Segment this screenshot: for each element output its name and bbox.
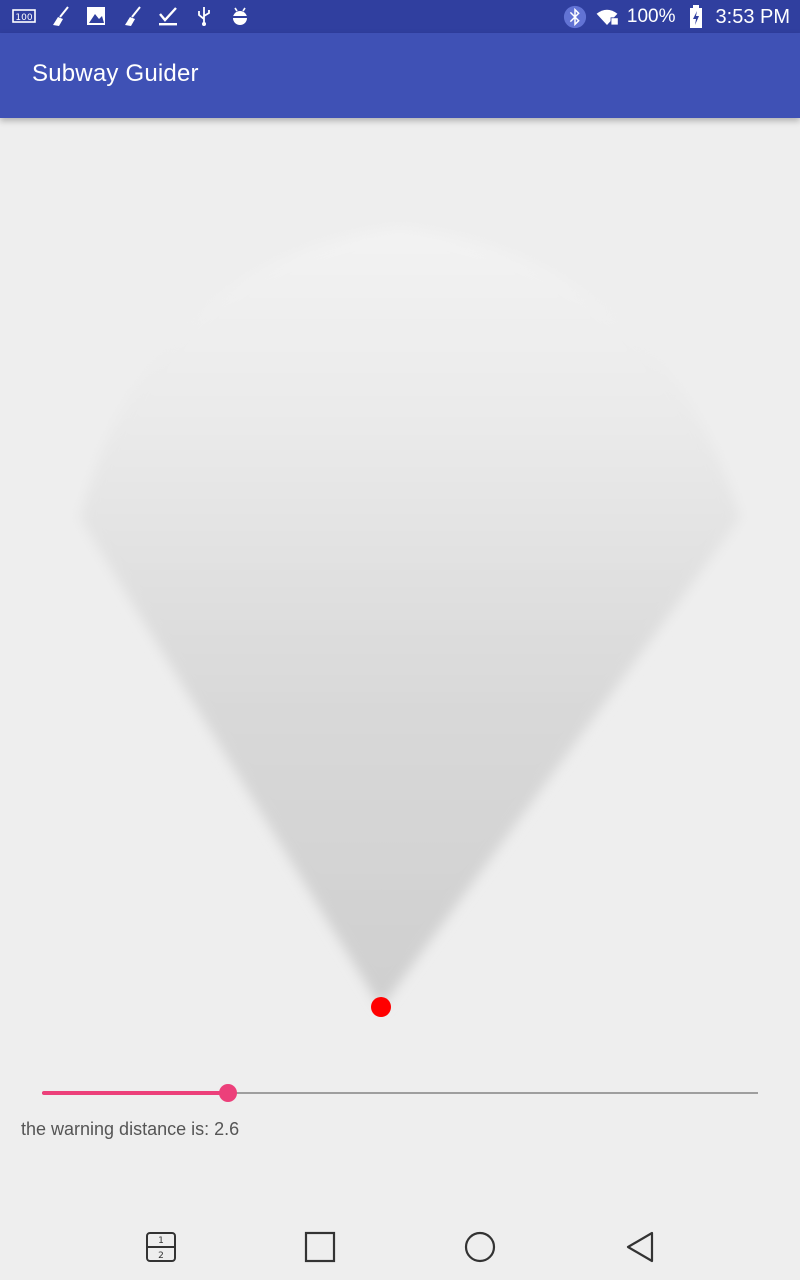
navigation-bar: 1 2 <box>0 1213 800 1280</box>
broom-icon <box>48 4 72 28</box>
user-location-marker <box>371 997 391 1017</box>
image-icon <box>84 4 108 28</box>
home-icon <box>464 1231 496 1263</box>
split-screen-icon: 1 2 <box>146 1232 176 1262</box>
battery-charging-icon <box>684 5 708 29</box>
svg-text:2: 2 <box>158 1251 164 1261</box>
recents-button[interactable] <box>300 1227 340 1267</box>
warning-distance-label: the warning distance is: 2.6 <box>21 1119 240 1139</box>
detection-cone <box>80 228 740 1008</box>
system-status: 100% 3:53 PM <box>563 4 790 30</box>
back-button[interactable] <box>620 1227 660 1267</box>
bluetooth-icon <box>563 5 587 29</box>
app-bar: Subway Guider <box>0 33 800 118</box>
clock: 3:53 PM <box>715 6 790 28</box>
seekbar-thumb[interactable] <box>219 1084 237 1102</box>
usb-icon <box>192 4 216 28</box>
notification-icons: 100 <box>12 4 252 28</box>
app-title: Subway Guider <box>32 60 199 87</box>
home-button[interactable] <box>460 1227 500 1267</box>
svg-text:1: 1 <box>158 1236 164 1246</box>
seekbar-progress <box>42 1091 228 1095</box>
battery-percent: 100% <box>626 6 676 27</box>
radar-view <box>80 228 740 1017</box>
broom-icon <box>120 4 144 28</box>
main-content <box>0 118 800 1203</box>
download-done-icon <box>156 4 180 28</box>
recents-icon <box>304 1231 336 1263</box>
back-icon <box>626 1231 654 1263</box>
split-screen-button[interactable]: 1 2 <box>141 1227 181 1267</box>
warning-distance-seekbar[interactable] <box>42 1080 758 1106</box>
android-debug-icon <box>228 4 252 28</box>
status-bar: 100 100% 3:53 PM <box>0 0 800 33</box>
svg-text:100: 100 <box>15 13 32 23</box>
wifi-icon <box>595 5 619 29</box>
notification-100-icon: 100 <box>12 4 36 28</box>
